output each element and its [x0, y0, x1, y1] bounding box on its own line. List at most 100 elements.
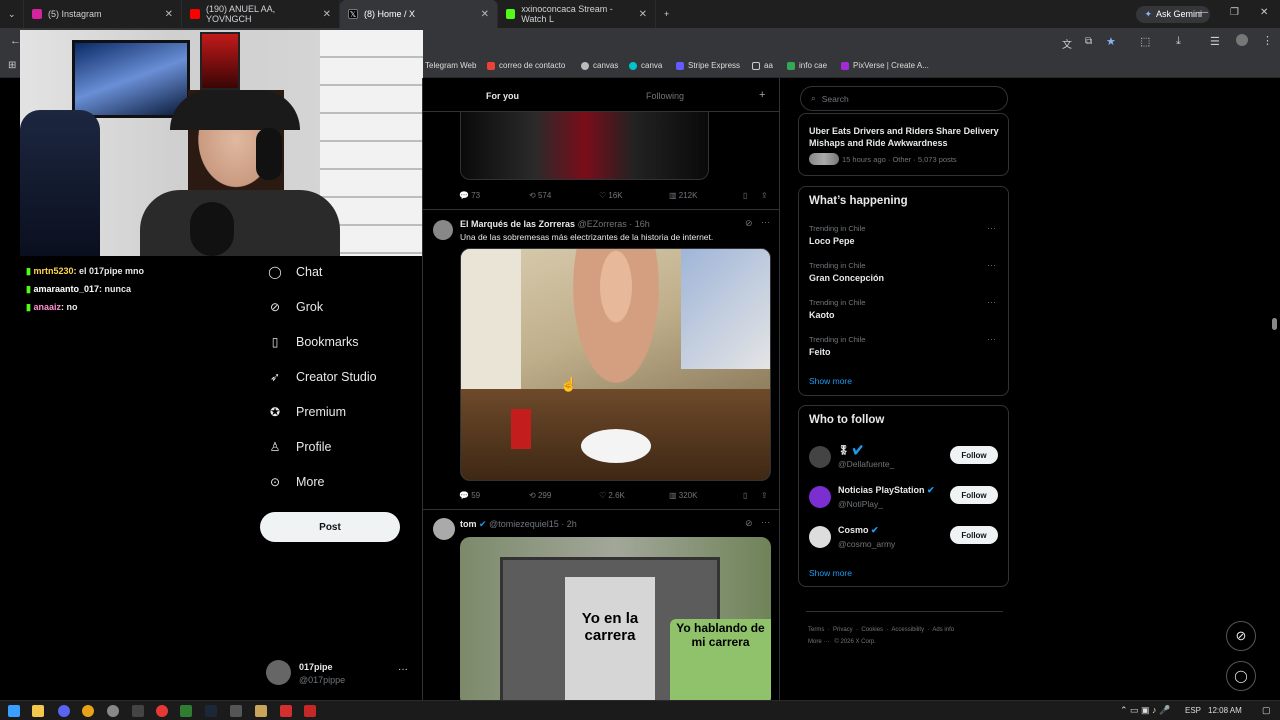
download-icon[interactable]: ⤓	[1176, 35, 1181, 48]
footer-link[interactable]: Privacy	[833, 627, 853, 633]
obs-icon[interactable]	[156, 705, 168, 717]
account-switcher[interactable]: 017pipe @017pippe ···	[266, 658, 414, 690]
grok-icon[interactable]: ⊘	[745, 218, 753, 229]
tab-following[interactable]: Following	[646, 91, 684, 101]
sidebar-item-profile[interactable]: ♙ Profile	[268, 440, 332, 454]
avatar[interactable]	[809, 486, 831, 508]
profile-avatar-icon[interactable]	[1236, 34, 1248, 46]
more-dots-icon[interactable]: ···	[987, 260, 996, 270]
footer-link[interactable]: Cookies	[861, 627, 883, 633]
app-icon[interactable]	[132, 705, 144, 717]
top-story-card[interactable]: Uber Eats Drivers and Riders Share Deliv…	[798, 113, 1009, 176]
bookmark-item[interactable]: canva	[629, 61, 662, 70]
bookmark-item[interactable]: info cae	[787, 61, 827, 70]
author-name[interactable]: El Marqués de las Zorreras	[460, 219, 575, 229]
media-control-icon[interactable]: ☰	[1210, 35, 1220, 48]
post-media[interactable]: Yo en la carrera Yo hablando de mi carre…	[460, 537, 771, 700]
like-button[interactable]: ♡ 2.6K	[599, 491, 669, 500]
post-button[interactable]: Post	[260, 512, 400, 542]
translate-icon[interactable]: 文	[1062, 36, 1072, 51]
follow-button[interactable]: Follow	[950, 446, 998, 464]
more-dots-icon[interactable]: ···	[987, 297, 996, 307]
views-button[interactable]: ▥ 320K	[669, 491, 743, 500]
post-media[interactable]	[460, 248, 771, 481]
file-explorer-icon[interactable]	[32, 705, 44, 717]
extensions-icon[interactable]: ⬚	[1140, 35, 1150, 48]
tab-list-button[interactable]: ⌄	[0, 0, 24, 28]
screenshot-icon[interactable]: ⧉	[1085, 36, 1092, 47]
tray-icons[interactable]: ⌃ ▭ ▣ ♪ 🎤	[1120, 705, 1170, 716]
views-button[interactable]: ▥ 212K	[669, 191, 743, 200]
star-bookmark-icon[interactable]: ★	[1106, 35, 1116, 48]
add-tab-icon[interactable]: +	[759, 89, 765, 101]
trend-item[interactable]: Trending in Chile Gran Concepción ···	[799, 257, 1008, 294]
more-dots-icon[interactable]: ···	[761, 217, 770, 227]
post-media[interactable]	[460, 112, 709, 180]
avatar[interactable]	[809, 526, 831, 548]
close-icon[interactable]: ✕	[323, 9, 331, 20]
more-dots-icon[interactable]: ···	[761, 517, 770, 527]
tab-for-you[interactable]: For you	[486, 91, 519, 101]
close-icon[interactable]: ✕	[481, 9, 489, 20]
clock[interactable]: 12:08 AM	[1208, 706, 1242, 715]
follow-button[interactable]: Follow	[950, 486, 998, 504]
discord-icon[interactable]	[58, 705, 70, 717]
tab-youtube[interactable]: (190) ANUEL AA, YOVNGCH ✕	[182, 0, 340, 28]
bookmark-folder[interactable]: aa	[752, 61, 773, 70]
sidebar-item-chat[interactable]: ◯ Chat	[268, 265, 322, 279]
grok-icon[interactable]: ⊘	[745, 518, 753, 529]
repost-button[interactable]: ⟲ 574	[529, 191, 599, 200]
app-icon[interactable]	[255, 705, 267, 717]
tab-instagram[interactable]: (5) Instagram ✕	[24, 0, 182, 28]
app-icon[interactable]	[180, 705, 192, 717]
new-tab-button[interactable]: +	[656, 0, 680, 28]
author-name[interactable]: tom	[460, 519, 477, 529]
footer-link[interactable]: Ads info	[932, 627, 954, 633]
close-icon[interactable]: ✕	[639, 9, 647, 20]
bookmark-button[interactable]: ▯	[743, 191, 761, 200]
share-button[interactable]: ⇪	[761, 491, 768, 500]
trend-item[interactable]: Trending in Chile Feito ···	[799, 331, 1008, 368]
language-indicator[interactable]: ESP	[1185, 706, 1201, 715]
bookmark-button[interactable]: ▯	[743, 491, 761, 500]
reply-button[interactable]: 💬 73	[459, 191, 529, 200]
app-icon[interactable]	[230, 705, 242, 717]
repost-button[interactable]: ⟲ 299	[529, 491, 599, 500]
app-icon[interactable]	[280, 705, 292, 717]
trend-item[interactable]: Trending in Chile Kaoto ···	[799, 294, 1008, 331]
follow-button[interactable]: Follow	[950, 526, 998, 544]
app-icon[interactable]	[107, 705, 119, 717]
maximize-button[interactable]: ❐	[1230, 7, 1239, 18]
avatar[interactable]	[433, 220, 453, 240]
tab-kick[interactable]: xxinoconcaca Stream - Watch L ✕	[498, 0, 656, 28]
footer-link[interactable]: Accessibility	[891, 627, 924, 633]
footer-link[interactable]: Terms	[808, 627, 824, 633]
close-icon[interactable]: ✕	[165, 9, 173, 20]
reply-button[interactable]: 💬 59	[459, 491, 529, 500]
sidebar-item-more[interactable]: ⊙ More	[268, 475, 325, 489]
bookmark-item[interactable]: Telegram Web	[425, 61, 476, 70]
grok-float-button[interactable]: ⊘	[1226, 621, 1256, 651]
avatar[interactable]	[809, 446, 831, 468]
follow-name[interactable]: Cosmo ✔	[838, 525, 879, 536]
sidebar-item-creator-studio[interactable]: ➶ Creator Studio	[268, 370, 377, 384]
menu-dots-icon[interactable]: ⋮	[1262, 34, 1273, 47]
show-more-link[interactable]: Show more	[809, 568, 852, 578]
more-dots-icon[interactable]: ···	[987, 223, 996, 233]
search-input[interactable]: ⌕ Search	[800, 86, 1008, 111]
sidebar-item-grok[interactable]: ⊘ Grok	[268, 300, 323, 314]
minimize-button[interactable]: —	[1198, 7, 1208, 18]
follow-name[interactable]: 🎖 ✔	[838, 445, 863, 456]
steam-icon[interactable]	[205, 705, 217, 717]
bookmark-item[interactable]: canvas	[581, 61, 618, 70]
like-button[interactable]: ♡ 16K	[599, 191, 669, 200]
avatar[interactable]	[433, 518, 455, 540]
chrome-icon[interactable]	[82, 705, 94, 717]
start-icon[interactable]	[8, 705, 20, 717]
sidebar-item-bookmarks[interactable]: ▯ Bookmarks	[268, 335, 359, 349]
share-button[interactable]: ⇪	[761, 191, 768, 200]
app-icon[interactable]	[304, 705, 316, 717]
scrollbar-thumb[interactable]	[1272, 318, 1277, 330]
bookmark-item[interactable]: PixVerse | Create A...	[841, 61, 929, 70]
sidebar-item-premium[interactable]: ✪ Premium	[268, 405, 346, 419]
